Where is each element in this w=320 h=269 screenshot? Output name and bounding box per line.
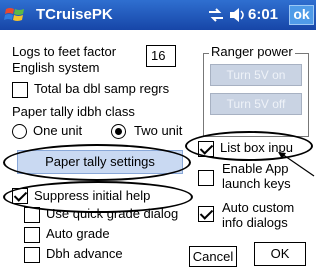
- paper-tally-class-label: Paper tally idbh class: [12, 104, 135, 119]
- dbh-advance-label: Dbh advance: [46, 246, 123, 261]
- turn-5v-on-button[interactable]: Turn 5V on: [210, 64, 302, 86]
- highlight-ellipse: [3, 144, 191, 181]
- radio-one-unit-label: One unit: [33, 123, 83, 138]
- turn-5v-off-button[interactable]: Turn 5V off: [210, 93, 302, 115]
- highlight-ellipse: [3, 181, 193, 213]
- auto-custom-label-line2: info dialogs: [222, 215, 288, 230]
- logs-to-feet-input[interactable]: 16: [146, 45, 176, 67]
- radio-two-unit-label: Two unit: [134, 123, 183, 138]
- windows-logo-icon[interactable]: [4, 4, 26, 26]
- title-ok-button[interactable]: ok: [289, 5, 314, 25]
- ranger-power-title: Ranger power: [209, 44, 295, 59]
- radio-one-unit[interactable]: [12, 124, 27, 139]
- auto-grade-checkbox[interactable]: [24, 227, 40, 243]
- volume-icon[interactable]: [228, 7, 246, 23]
- signal-icon[interactable]: [208, 8, 224, 22]
- clock[interactable]: 6:01: [248, 6, 278, 23]
- title-bar: TCruisePK 6:01 ok: [0, 0, 316, 30]
- logs-to-feet-label: Logs to feet factor: [12, 44, 117, 59]
- english-system-label: English system: [12, 60, 100, 75]
- annotation-arrow-icon: [278, 152, 315, 177]
- total-ba-checkbox[interactable]: [12, 82, 28, 98]
- enable-app-keys-checkbox[interactable]: [198, 170, 214, 186]
- total-ba-label: Total ba dbl samp regrs: [34, 81, 170, 96]
- cancel-button[interactable]: Cancel: [189, 246, 237, 267]
- app-title: TCruisePK: [36, 6, 113, 23]
- auto-custom-label-line1: Auto custom: [222, 200, 295, 215]
- auto-custom-info-checkbox[interactable]: [198, 206, 214, 222]
- radio-two-unit[interactable]: [111, 124, 126, 139]
- auto-grade-label: Auto grade: [46, 226, 110, 241]
- dbh-advance-checkbox[interactable]: [24, 247, 40, 263]
- ok-button[interactable]: OK: [254, 242, 306, 266]
